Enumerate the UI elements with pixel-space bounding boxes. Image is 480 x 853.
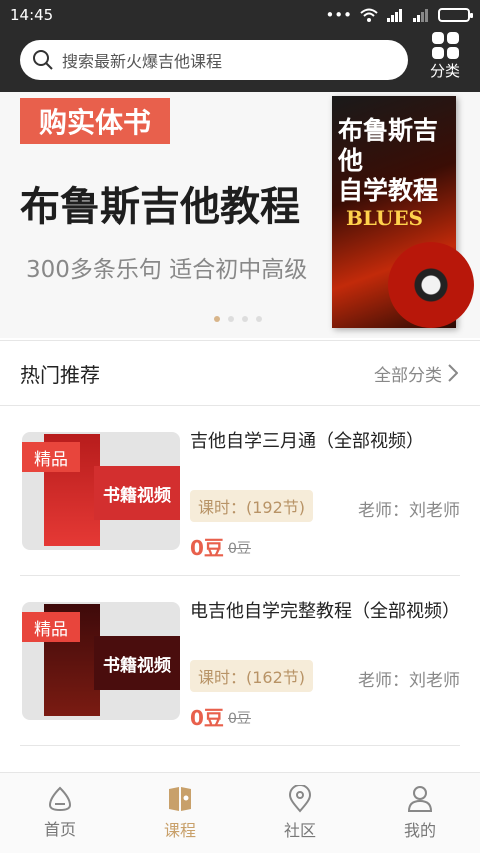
banner-title: 布鲁斯吉他教程 [20, 184, 300, 230]
more-dots-icon: ••• [325, 6, 352, 24]
search-placeholder: 搜索最新火爆吉他课程 [62, 52, 223, 71]
premium-badge: 精品 [22, 612, 80, 642]
category-label: 分类 [429, 62, 460, 80]
category-grid-icon [432, 32, 459, 59]
banner-tag: 购实体书 [20, 98, 170, 144]
tab-label: 社区 [283, 821, 316, 840]
signal-2-icon [413, 9, 428, 22]
category-button[interactable]: 分类 [420, 30, 470, 92]
course-title: 电吉他自学完整教程（全部视频） [190, 601, 460, 622]
search-input[interactable]: 搜索最新火爆吉他课程 [20, 40, 408, 80]
chevron-right-icon [448, 364, 458, 382]
all-categories-link[interactable]: 全部分类 [374, 361, 458, 386]
book-title-line2: 自学教程 [338, 176, 439, 205]
carousel-dots[interactable] [214, 316, 262, 322]
status-icons: ••• [325, 6, 473, 24]
premium-badge: 精品 [22, 442, 80, 472]
book-title-line1: 布鲁斯吉他 [338, 116, 439, 175]
course-hours: 课时：(162节) [190, 660, 314, 692]
tab-course[interactable]: 课程 [120, 773, 240, 853]
course-card[interactable]: 书籍视频 精品 吉他自学三月通（全部视频） 课时：(192节) 老师：刘老师 0… [0, 406, 480, 576]
cd-disc-image [388, 242, 474, 328]
home-icon [48, 786, 72, 812]
promo-banner[interactable]: 购实体书 布鲁斯吉他教程 300多条乐句 适合初中高级 布鲁斯吉他 自学教程 BL… [0, 92, 480, 338]
course-teacher: 老师：刘老师 [358, 501, 460, 521]
section-header: 热门推荐 全部分类 [0, 340, 480, 406]
bottom-tab-bar: 首页 课程 社区 我的 [0, 772, 480, 853]
thumb-strip: 书籍视频 [94, 636, 180, 690]
course-thumbnail: 书籍视频 精品 [22, 602, 180, 720]
course-card[interactable]: 书籍视频 精品 电吉他自学完整教程（全部视频） 课时：(162节) 老师：刘老师… [0, 576, 480, 746]
status-bar: 14:45 ••• [0, 0, 480, 30]
course-price: 0豆 [190, 536, 224, 560]
course-thumbnail: 书籍视频 精品 [22, 432, 180, 550]
search-icon [33, 50, 53, 70]
course-price: 0豆 [190, 706, 224, 730]
course-original-price: 0豆 [228, 711, 251, 727]
course-teacher: 老师：刘老师 [358, 671, 460, 691]
section-title: 热门推荐 [20, 362, 100, 387]
status-time: 14:45 [10, 6, 54, 24]
top-bar: 搜索最新火爆吉他课程 分类 [0, 30, 480, 92]
all-categories-label: 全部分类 [374, 365, 442, 386]
course-original-price: 0豆 [228, 541, 251, 557]
community-icon [288, 785, 312, 813]
course-hours: 课时：(192节) [190, 490, 314, 522]
divider [20, 745, 460, 746]
tab-label: 课程 [163, 821, 196, 840]
wifi-icon [360, 8, 378, 22]
banner-subtitle: 300多条乐句 适合初中高级 [26, 257, 308, 283]
carousel-dot[interactable] [256, 316, 262, 322]
tab-profile[interactable]: 我的 [360, 773, 480, 853]
carousel-dot[interactable] [228, 316, 234, 322]
carousel-dot[interactable] [214, 316, 220, 322]
profile-icon [407, 786, 433, 812]
thumb-strip: 书籍视频 [94, 466, 180, 520]
tab-label: 我的 [403, 821, 436, 840]
signal-icon [387, 9, 402, 22]
carousel-dot[interactable] [242, 316, 248, 322]
book-word: BLUES [346, 206, 424, 230]
course-book-icon [169, 787, 191, 811]
tab-community[interactable]: 社区 [240, 773, 360, 853]
course-title: 吉他自学三月通（全部视频） [190, 431, 424, 452]
tab-home[interactable]: 首页 [0, 773, 120, 853]
tab-label: 首页 [43, 820, 76, 839]
battery-icon [438, 8, 473, 22]
